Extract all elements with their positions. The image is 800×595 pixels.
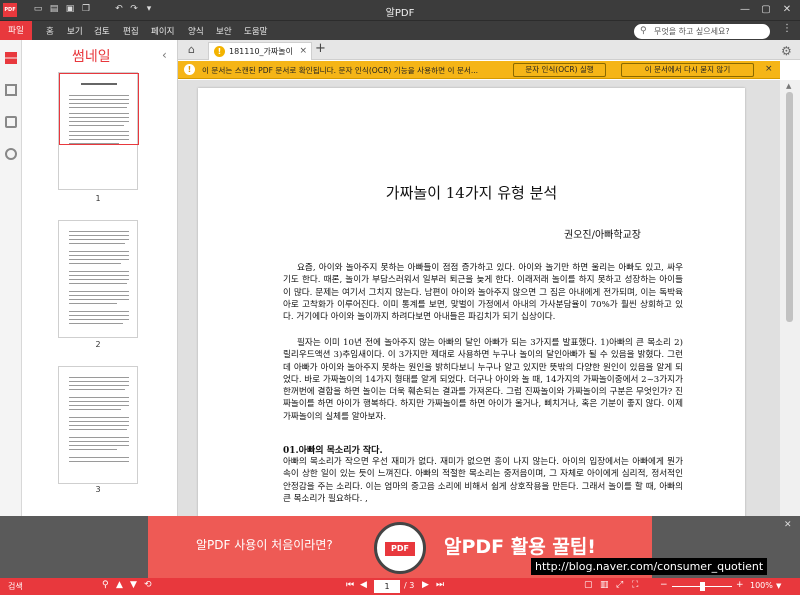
menu-view[interactable]: 보기 [67,25,83,37]
scroll-up-icon[interactable]: ▲ [786,82,791,90]
next-page-icon[interactable]: ▶ [422,580,429,590]
bookmark-icon[interactable] [5,84,17,96]
title-bar: PDF ▭ ▤ ▣ ❐ ↶ ↷ ▾ 알PDF — ▢ ✕ [0,0,800,20]
mascot-icon: PDF [374,522,426,574]
menu-security[interactable]: 보안 [216,25,232,37]
tab-close-icon[interactable]: × [299,43,307,60]
app-logo: PDF [3,3,17,17]
search-icon: ⚲ [640,26,647,36]
thumbnail-number: 2 [95,340,101,349]
find-prev-icon[interactable]: ▲ [116,580,123,590]
document-title: 가짜놀이 14가지 유형 분석 [385,184,558,202]
find-icon[interactable]: ⚲ [102,580,109,590]
side-icon-rail [0,40,22,518]
customize-icon[interactable]: ▾ [143,3,155,16]
info-icon: ! [184,64,195,75]
thumbnail-page-3[interactable] [58,366,138,484]
home-icon[interactable]: ⌂ [188,43,195,56]
thumbnail-panel-title: 썸네일 [72,49,111,65]
run-ocr-button[interactable]: 문자 인식(OCR) 실행 [513,63,606,77]
zoom-in-icon[interactable]: + [736,580,744,590]
menu-help[interactable]: 도움말 [244,25,267,37]
menu-home[interactable]: 홈 [46,25,54,37]
document-tab-bar: ⌂ ! 181110_가짜놀이 × + [178,40,800,60]
search-panel-icon[interactable] [5,148,17,160]
settings-icon[interactable]: ⚙ [781,44,792,58]
mascot-label: PDF [385,542,415,556]
thumbnail-panel: 썸네일 ‹ 1 2 3 [22,40,178,518]
zoom-slider-handle[interactable] [700,582,705,591]
thumbnail-viewport-indicator [59,73,139,145]
comment-icon[interactable] [5,116,17,128]
thumbnail-number: 1 [95,194,101,203]
warning-icon: ! [214,46,225,57]
paragraph-1: 요즘, 아이와 놀아주지 못하는 아빠들이 점점 증가하고 있다. 아이와 놀기… [283,263,683,323]
zoom-dropdown-icon[interactable]: ▼ [776,582,781,590]
thumbnails-icon[interactable] [5,52,17,64]
menu-edit[interactable]: 편집 [123,25,139,37]
print-icon[interactable]: ▣ [64,3,76,16]
undo-icon[interactable]: ↶ [113,3,125,16]
zoom-out-icon[interactable]: − [660,580,668,590]
single-page-view-icon[interactable]: ▢ [584,580,593,590]
window-title: 알PDF [385,8,415,19]
copy-icon[interactable]: ❐ [80,3,92,16]
thumbnail-page-1[interactable] [58,72,139,190]
search-placeholder: 무엇을 하고 싶으세요? [654,27,730,36]
ocr-notification-bar: ! 이 문서는 스캔된 PDF 문서로 확인됩니다. 문자 인식(OCR) 기능… [178,61,780,79]
paragraph-2: 필자는 이미 10년 전에 놀아주지 않는 아빠의 달인 아빠가 되는 3가지를… [283,338,683,422]
find-options-icon[interactable]: ⟲ [144,580,152,590]
watermark-url: http://blog.naver.com/consumer_quotient [531,558,768,575]
search-input[interactable]: ⚲ 무엇을 하고 싶으세요? [634,24,770,39]
dont-ask-again-button[interactable]: 이 문서에서 다시 묻지 않기 [621,63,754,77]
search-label[interactable]: 검색 [8,581,23,592]
scrollbar-thumb[interactable] [786,92,793,322]
document-viewer[interactable]: 가짜놀이 14가지 유형 분석 권오진/아빠학교장 요즘, 아이와 놀아주지 못… [178,80,780,528]
status-bar: 검색 ⚲ ▲ ▼ ⟲ ⏮ ◀ 1 / 3 ▶ ⏭ ▢ ▥ ⤢ ⛶ − + 100… [0,578,800,595]
banner-close-icon[interactable]: ✕ [784,520,792,530]
menu-page[interactable]: 페이지 [151,25,174,37]
tab-document[interactable]: ! 181110_가짜놀이 × [208,42,312,60]
find-next-icon[interactable]: ▼ [130,580,137,590]
banner-right-text: 알PDF 활용 꿀팁! [444,536,596,558]
two-page-view-icon[interactable]: ▥ [600,580,609,590]
zoom-level[interactable]: 100% [750,581,773,590]
new-tab-icon[interactable]: + [315,41,326,56]
maximize-icon[interactable]: ▢ [756,2,776,18]
close-icon[interactable]: ✕ [777,2,797,18]
menu-form[interactable]: 양식 [188,25,204,37]
page-number-input[interactable]: 1 [374,580,400,593]
save-icon[interactable]: ▤ [48,3,60,16]
thumbnail-page-2[interactable] [58,220,138,338]
first-page-icon[interactable]: ⏮ [346,580,354,590]
vertical-scrollbar[interactable]: ▲ [780,80,800,518]
document-author: 권오진/아빠학교장 [564,230,641,241]
menu-file[interactable]: 파일 [0,21,32,41]
ocr-message: 이 문서는 스캔된 PDF 문서로 확인됩니다. 문자 인식(OCR) 기능을 … [202,66,479,75]
tab-label: 181110_가짜놀이 [229,47,293,56]
fit-width-icon[interactable]: ⤢ [616,580,623,590]
banner-left-text: 알PDF 사용이 처음이라면? [196,538,333,552]
redo-icon[interactable]: ↷ [128,3,140,16]
document-page: 가짜놀이 14가지 유형 분석 권오진/아빠학교장 요즘, 아이와 놀아주지 못… [198,88,745,528]
app-window: { "app": {"title": "알PDF", "logo_text": … [0,0,800,595]
ocr-bar-close-icon[interactable]: × [765,64,773,74]
collapse-panel-icon[interactable]: ‹ [162,48,167,62]
total-pages: / 3 [404,581,415,590]
fit-page-icon[interactable]: ⛶ [632,580,638,590]
open-icon[interactable]: ▭ [32,3,44,16]
menu-bar: 파일 홈 보기 검토 편집 페이지 양식 보안 도움말 ⚲ 무엇을 하고 싶으세… [0,20,800,41]
last-page-icon[interactable]: ⏭ [436,580,444,590]
menu-review[interactable]: 검토 [94,25,110,37]
minimize-icon[interactable]: — [735,2,755,18]
section-heading: 01.아빠의 목소리가 작다. [283,446,383,456]
prev-page-icon[interactable]: ◀ [360,580,367,590]
paragraph-3: 아빠의 목소리가 작으면 우선 재미가 없다. 재미가 없으면 흥이 나지 않는… [283,457,683,504]
more-options-icon[interactable]: ⋮ [782,23,792,34]
thumbnail-number: 3 [95,485,101,494]
